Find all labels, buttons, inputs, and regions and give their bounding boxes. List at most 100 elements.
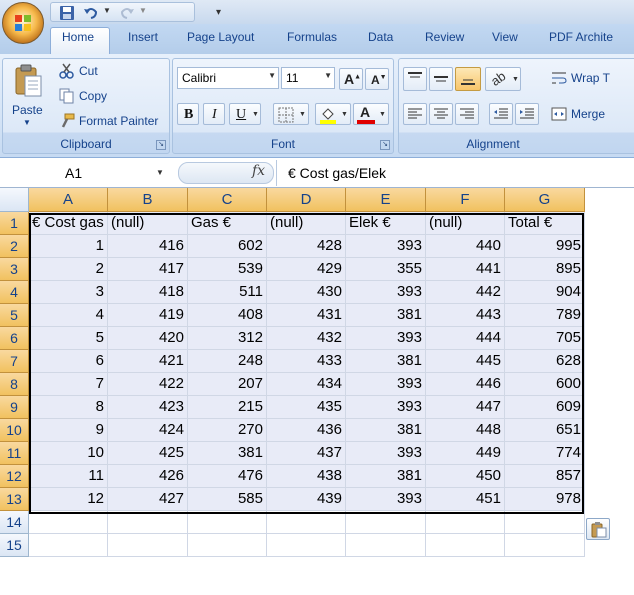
- cell-e9[interactable]: 393: [346, 396, 426, 419]
- row-header-11[interactable]: 11: [0, 442, 29, 465]
- tab-pdf-architect[interactable]: PDF Archite: [549, 30, 613, 44]
- tab-view[interactable]: View: [492, 30, 518, 44]
- row-header-4[interactable]: 4: [0, 281, 29, 304]
- cell-b13[interactable]: 427: [108, 488, 188, 511]
- cell-g13[interactable]: 978: [505, 488, 585, 511]
- cell-a2[interactable]: 1: [29, 235, 108, 258]
- column-header-f[interactable]: F: [426, 188, 505, 212]
- paste-button[interactable]: Paste ▼: [7, 61, 47, 135]
- cell-e13[interactable]: 393: [346, 488, 426, 511]
- cell-a10[interactable]: 9: [29, 419, 108, 442]
- cell-e8[interactable]: 393: [346, 373, 426, 396]
- cell-g11[interactable]: 774: [505, 442, 585, 465]
- cell-d14[interactable]: [267, 511, 346, 534]
- formula-input[interactable]: € Cost gas/Elek: [276, 160, 634, 186]
- cell-e5[interactable]: 381: [346, 304, 426, 327]
- row-header-9[interactable]: 9: [0, 396, 29, 419]
- cell-d8[interactable]: 434: [267, 373, 346, 396]
- row-header-14[interactable]: 14: [0, 511, 29, 534]
- cell-f4[interactable]: 442: [426, 281, 505, 304]
- column-header-d[interactable]: D: [267, 188, 346, 212]
- decrease-indent-button[interactable]: [489, 103, 513, 125]
- cell-d15[interactable]: [267, 534, 346, 557]
- cell-a7[interactable]: 6: [29, 350, 108, 373]
- office-button[interactable]: [2, 2, 44, 44]
- cell-d13[interactable]: 439: [267, 488, 346, 511]
- cell-a11[interactable]: 10: [29, 442, 108, 465]
- redo-dropdown-icon[interactable]: ▼: [139, 6, 147, 15]
- row-header-3[interactable]: 3: [0, 258, 29, 281]
- tab-home[interactable]: Home: [62, 30, 94, 44]
- tab-review[interactable]: Review: [425, 30, 464, 44]
- cell-b9[interactable]: 423: [108, 396, 188, 419]
- cell-b12[interactable]: 426: [108, 465, 188, 488]
- cell-b5[interactable]: 419: [108, 304, 188, 327]
- cell-e11[interactable]: 393: [346, 442, 426, 465]
- row-header-1[interactable]: 1: [0, 212, 29, 235]
- cell-c9[interactable]: 215: [188, 396, 267, 419]
- cell-f3[interactable]: 441: [426, 258, 505, 281]
- cell-d6[interactable]: 432: [267, 327, 346, 350]
- undo-dropdown-icon[interactable]: ▼: [103, 6, 111, 15]
- row-header-10[interactable]: 10: [0, 419, 29, 442]
- paste-options-button[interactable]: [586, 518, 610, 540]
- cell-f14[interactable]: [426, 511, 505, 534]
- cell-f7[interactable]: 445: [426, 350, 505, 373]
- cell-b6[interactable]: 420: [108, 327, 188, 350]
- cell-g4[interactable]: 904: [505, 281, 585, 304]
- cell-a15[interactable]: [29, 534, 108, 557]
- merge-center-button[interactable]: Merge: [549, 103, 634, 125]
- tab-formulas[interactable]: Formulas: [287, 30, 337, 44]
- cell-c7[interactable]: 248: [188, 350, 267, 373]
- cell-b2[interactable]: 416: [108, 235, 188, 258]
- cell-g14[interactable]: [505, 511, 585, 534]
- cell-c6[interactable]: 312: [188, 327, 267, 350]
- cell-c15[interactable]: [188, 534, 267, 557]
- cell-f12[interactable]: 450: [426, 465, 505, 488]
- align-middle-button[interactable]: [429, 67, 453, 91]
- cell-a8[interactable]: 7: [29, 373, 108, 396]
- wrap-text-button[interactable]: Wrap T: [549, 67, 634, 89]
- cell-f11[interactable]: 449: [426, 442, 505, 465]
- cell-e10[interactable]: 381: [346, 419, 426, 442]
- cell-e3[interactable]: 355: [346, 258, 426, 281]
- orientation-button[interactable]: ab ▼: [485, 67, 521, 91]
- cell-e12[interactable]: 381: [346, 465, 426, 488]
- cell-b15[interactable]: [108, 534, 188, 557]
- cell-c12[interactable]: 476: [188, 465, 267, 488]
- format-painter-button[interactable]: Format Painter: [57, 111, 169, 131]
- cell-e6[interactable]: 393: [346, 327, 426, 350]
- cell-f1[interactable]: (null): [426, 212, 505, 235]
- font-family-select[interactable]: Calibri ▼: [177, 67, 279, 89]
- cell-f15[interactable]: [426, 534, 505, 557]
- cell-e1[interactable]: Elek €: [346, 212, 426, 235]
- row-header-12[interactable]: 12: [0, 465, 29, 488]
- cell-g6[interactable]: 705: [505, 327, 585, 350]
- cell-g8[interactable]: 600: [505, 373, 585, 396]
- underline-button[interactable]: U ▼: [229, 103, 261, 125]
- column-header-a[interactable]: A: [29, 188, 108, 212]
- increase-indent-button[interactable]: [515, 103, 539, 125]
- row-header-2[interactable]: 2: [0, 235, 29, 258]
- bold-button[interactable]: B: [177, 103, 199, 125]
- cell-a4[interactable]: 3: [29, 281, 108, 304]
- cell-d3[interactable]: 429: [267, 258, 346, 281]
- row-header-6[interactable]: 6: [0, 327, 29, 350]
- cell-e4[interactable]: 393: [346, 281, 426, 304]
- customize-qat-icon[interactable]: ▾: [216, 7, 230, 23]
- name-box[interactable]: A1: [2, 162, 170, 184]
- cell-f2[interactable]: 440: [426, 235, 505, 258]
- grow-font-button[interactable]: A▲: [339, 68, 363, 90]
- cell-e15[interactable]: [346, 534, 426, 557]
- cell-d1[interactable]: (null): [267, 212, 346, 235]
- cell-g2[interactable]: 995: [505, 235, 585, 258]
- column-header-b[interactable]: B: [108, 188, 188, 212]
- cell-d5[interactable]: 431: [267, 304, 346, 327]
- borders-button[interactable]: ▼: [273, 103, 309, 125]
- cell-a1[interactable]: € Cost gas: [29, 212, 108, 235]
- row-header-7[interactable]: 7: [0, 350, 29, 373]
- cell-a5[interactable]: 4: [29, 304, 108, 327]
- font-launcher-icon[interactable]: ↘: [380, 140, 390, 150]
- cell-d10[interactable]: 436: [267, 419, 346, 442]
- cell-b1[interactable]: (null): [108, 212, 188, 235]
